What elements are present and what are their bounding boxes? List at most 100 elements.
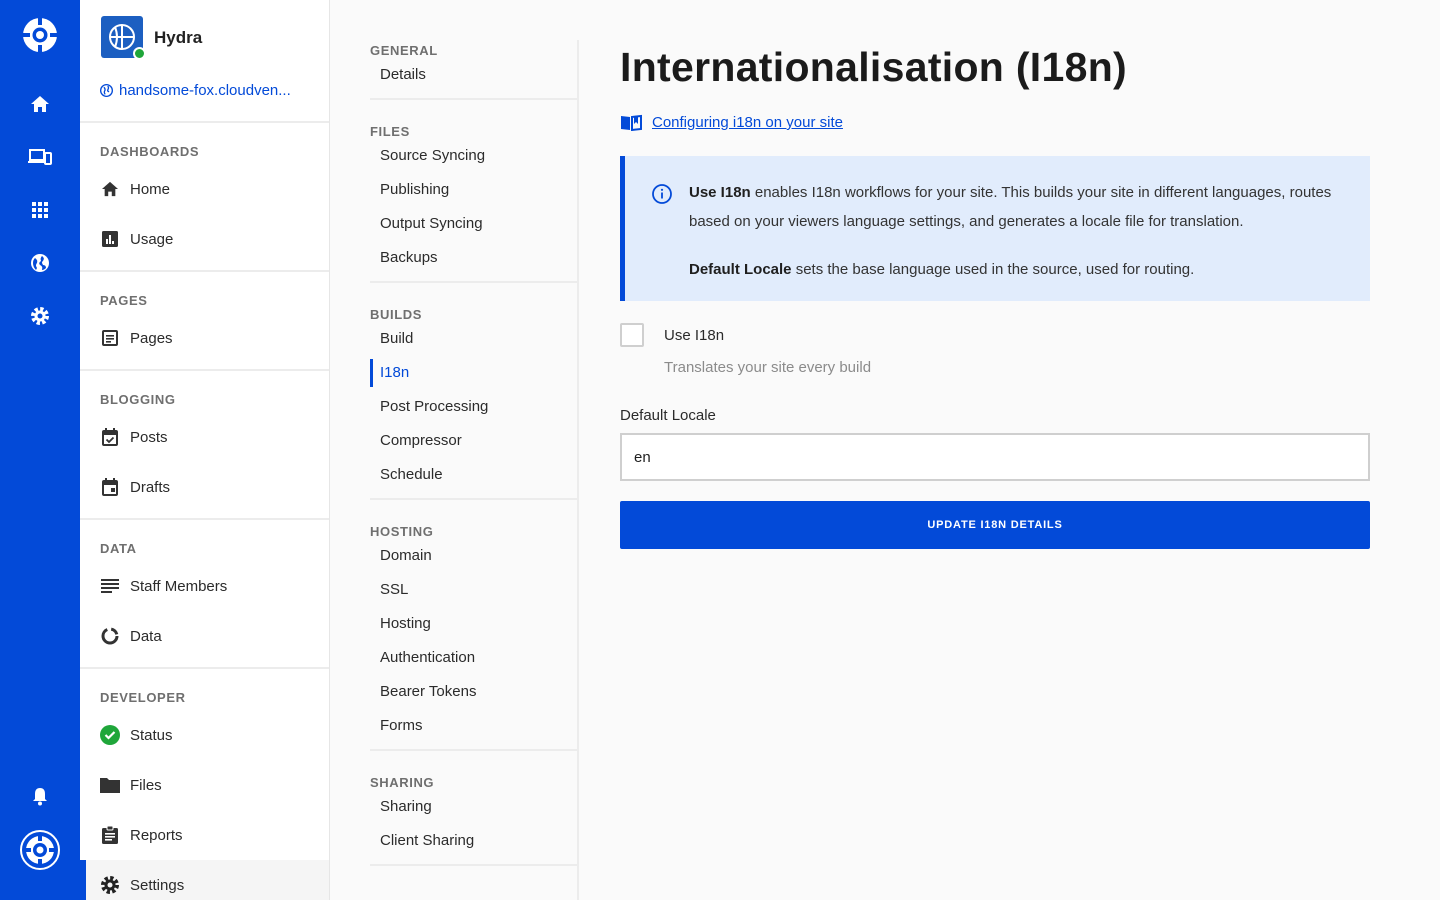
settings-group-title: BUILDS [370, 307, 422, 322]
sidebar-item-label: Posts [130, 428, 168, 446]
settings-group-general: GENERAL Details [370, 41, 578, 100]
globe-icon [100, 84, 113, 97]
calendar-check-icon [100, 427, 120, 447]
use-i18n-label: Use I18n [664, 326, 725, 344]
app-rail [0, 0, 80, 900]
folder-icon [100, 775, 120, 795]
settings-nav-authentication[interactable]: Authentication [370, 641, 578, 675]
settings-group-hosting: HOSTING Domain SSL Hosting Authentication Bea… [370, 522, 578, 751]
settings-nav-schedule[interactable]: Schedule [370, 458, 578, 492]
settings-nav-forms[interactable]: Forms [370, 709, 578, 743]
settings-nav-i18n[interactable]: I18n [370, 359, 578, 387]
info-description: sets the base language used in the sourc… [791, 261, 1195, 278]
section-title: PAGES [100, 293, 148, 308]
settings-nav-client-sharing[interactable]: Client Sharing [370, 824, 578, 858]
sidebar-section-pages: PAGES Pages [80, 272, 329, 371]
sidebar-item-staff-members[interactable]: Staff Members [80, 561, 329, 611]
settings-group-builds: BUILDS Build I18n Post Processing Compressor… [370, 305, 578, 500]
docs-link[interactable]: Configuring i18n on your site [620, 114, 843, 131]
site-header: Hydra handsome-fox.cloudven... [80, 0, 329, 123]
use-i18n-checkbox[interactable] [620, 323, 644, 347]
sidebar-item-drafts[interactable]: Drafts [80, 462, 329, 512]
site-url-link[interactable]: handsome-fox.cloudven... [100, 82, 291, 99]
book-icon [621, 114, 642, 131]
sidebar-item-label: Pages [130, 329, 173, 347]
section-title: DATA [100, 541, 137, 556]
settings-nav-backups[interactable]: Backups [370, 241, 578, 275]
section-title: BLOGGING [100, 392, 176, 407]
sidebar-item-data[interactable]: Data [80, 611, 329, 661]
sidebar-item-label: Drafts [130, 478, 171, 496]
sidebar-item-reports[interactable]: Reports [80, 810, 329, 860]
sidebar-item-label: Status [130, 726, 173, 744]
bell-icon[interactable] [0, 776, 80, 816]
docs-link-text: Configuring i18n on your site [652, 114, 843, 131]
section-title: DASHBOARDS [100, 144, 200, 159]
logo-icon[interactable] [0, 15, 80, 55]
use-i18n-row: Use I18n [620, 323, 724, 347]
settings-nav-domain[interactable]: Domain [370, 539, 578, 573]
settings-group-title: FILES [370, 124, 410, 139]
site-sidebar: Hydra handsome-fox.cloudven... DASHBOARD… [80, 0, 330, 900]
settings-nav-output-syncing[interactable]: Output Syncing [370, 207, 578, 241]
settings-nav-details[interactable]: Details [370, 58, 578, 92]
settings-nav-publishing[interactable]: Publishing [370, 173, 578, 207]
sidebar-item-label: Usage [130, 230, 174, 248]
info-callout: Use I18n enables I18n workflows for your… [620, 156, 1370, 301]
divider [577, 40, 579, 900]
settings-group-title: SHARING [370, 775, 435, 790]
clipboard-icon [100, 825, 120, 845]
page-icon [100, 328, 120, 348]
settings-nav-source-syncing[interactable]: Source Syncing [370, 139, 578, 173]
section-title: DEVELOPER [100, 690, 186, 705]
sidebar-item-pages[interactable]: Pages [80, 313, 329, 363]
sidebar-item-label: Files [130, 776, 162, 794]
sidebar-item-label: Staff Members [130, 577, 228, 595]
gear-icon[interactable] [0, 296, 80, 336]
sidebar-section-data: DATA Staff Members Data [80, 520, 329, 669]
info-description: enables I18n workflows for your site. Th… [689, 184, 1332, 230]
site-url-text: handsome-fox.cloudven... [119, 82, 291, 99]
settings-nav-post-processing[interactable]: Post Processing [370, 390, 578, 424]
settings-nav: GENERAL Details FILES Source Syncing Publish… [330, 0, 579, 900]
settings-nav-sharing[interactable]: Sharing [370, 790, 578, 824]
sidebar-item-label: Reports [130, 826, 183, 844]
sidebar-item-label: Home [130, 180, 171, 198]
calendar-icon [100, 477, 120, 497]
sidebar-section-dashboards: DASHBOARDS Home Usage [80, 123, 329, 272]
settings-group-files: FILES Source Syncing Publishing Output Sync… [370, 122, 578, 283]
default-locale-input[interactable] [620, 433, 1370, 481]
page-title: Internationalisation (I18n) [620, 44, 1127, 90]
settings-nav-compressor[interactable]: Compressor [370, 424, 578, 458]
settings-nav-bearer-tokens[interactable]: Bearer Tokens [370, 675, 578, 709]
settings-nav-build[interactable]: Build [370, 322, 578, 356]
default-locale-label: Default Locale [620, 407, 716, 424]
devices-icon[interactable] [0, 137, 80, 177]
sidebar-item-settings[interactable]: Settings [80, 860, 329, 900]
home-icon[interactable] [0, 84, 80, 124]
site-name: Hydra [154, 28, 203, 47]
sidebar-item-usage[interactable]: Usage [80, 214, 329, 264]
sidebar-section-developer: DEVELOPER Status Files Reports Settings [80, 669, 329, 900]
globe-icon[interactable] [0, 243, 80, 283]
account-icon[interactable] [0, 830, 80, 870]
update-i18n-button[interactable]: UPDATE I18N DETAILS [620, 501, 1370, 549]
info-text: Use I18n enables I18n workflows for your… [689, 178, 1349, 284]
settings-group-sharing: SHARING Sharing Client Sharing [370, 773, 578, 866]
settings-nav-ssl[interactable]: SSL [370, 573, 578, 607]
sidebar-item-label: Settings [130, 876, 185, 894]
gear-icon [100, 875, 120, 895]
home-icon [100, 179, 120, 199]
apps-grid-icon[interactable] [0, 190, 80, 230]
sidebar-item-files[interactable]: Files [80, 760, 329, 810]
sidebar-item-label: Data [130, 627, 162, 645]
list-icon [100, 576, 120, 596]
sidebar-item-status[interactable]: Status [80, 710, 329, 760]
settings-nav-hosting[interactable]: Hosting [370, 607, 578, 641]
check-circle-icon [100, 725, 120, 745]
info-term: Use I18n [689, 184, 751, 201]
sidebar-item-posts[interactable]: Posts [80, 412, 329, 462]
use-i18n-help: Translates your site every build [664, 359, 872, 376]
settings-group-title: GENERAL [370, 43, 438, 58]
sidebar-item-home[interactable]: Home [80, 164, 329, 214]
